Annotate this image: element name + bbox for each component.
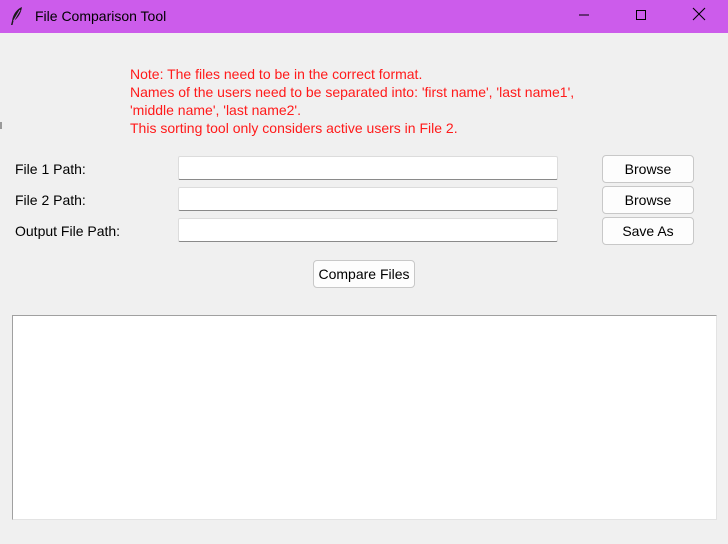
compare-files-button[interactable]: Compare Files [313,260,415,288]
file1-path-label: File 1 Path: [15,161,86,177]
maximize-icon [635,8,647,26]
close-icon [692,7,706,26]
note-line: 'middle name', 'last name2'. [130,102,301,118]
output-path-input[interactable] [178,218,558,242]
file1-path-input[interactable] [178,156,558,180]
save-as-button[interactable]: Save As [602,217,694,245]
format-note: Note: The files need to be in the correc… [130,65,574,137]
app-window: File Comparison Tool Note: The files nee… [0,0,728,544]
file2-browse-button[interactable]: Browse [602,186,694,214]
window-title: File Comparison Tool [35,8,167,24]
title-bar[interactable]: File Comparison Tool [0,0,728,33]
close-button[interactable] [671,0,727,33]
note-line: Names of the users need to be separated … [130,84,575,100]
note-line: This sorting tool only considers active … [130,120,458,136]
file1-browse-button[interactable]: Browse [602,155,694,183]
maximize-button[interactable] [613,0,669,33]
minimize-icon [578,8,590,26]
window-edge-marker [0,122,2,129]
output-path-label: Output File Path: [15,223,121,239]
file2-path-label: File 2 Path: [15,192,86,208]
note-line: Note: The files need to be in the correc… [130,66,423,82]
file2-path-input[interactable] [178,187,558,211]
minimize-button[interactable] [556,0,612,33]
feather-icon [9,6,25,26]
results-text-area[interactable] [12,315,717,520]
